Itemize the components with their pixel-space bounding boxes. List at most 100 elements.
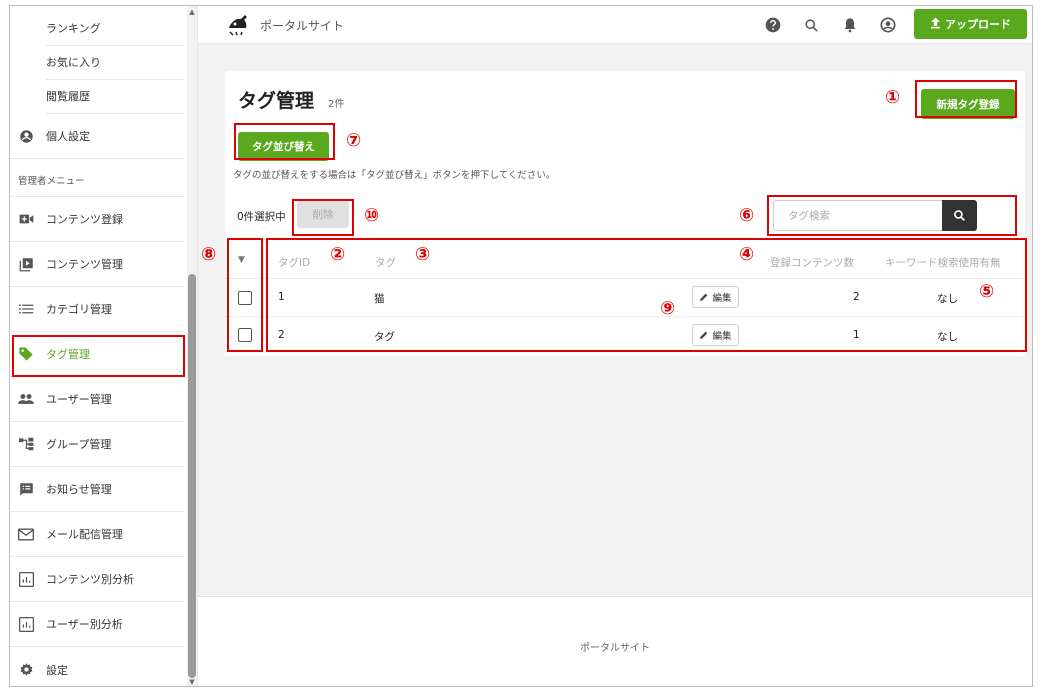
tag-id-cell: 1 (278, 291, 285, 303)
sidebar-item-tag-manage[interactable]: タグ管理 (10, 332, 184, 377)
table-row: 2 タグ 編集 1 なし (225, 316, 1025, 354)
top-header: ポータルサイト アップロード (198, 6, 1032, 44)
search-icon[interactable] (802, 16, 820, 34)
sidebar-item-category-manage[interactable]: カテゴリ管理 (10, 287, 184, 332)
annotation-number-7: ⑦ (346, 130, 362, 151)
main-content: タグ管理 2件 新規タグ登録 タグ並び替え タグの並び替えをする場合は「タグ並び… (198, 44, 1032, 596)
search-icon (954, 210, 965, 221)
column-header-tag[interactable]: タグ (375, 255, 396, 270)
annotation-number-9: ⑨ (660, 298, 676, 319)
chart-icon (18, 571, 34, 587)
annotation-number-10: ⑩ (364, 205, 380, 226)
tag-search-input[interactable] (774, 201, 940, 230)
sidebar-item-settings[interactable]: 設定 (10, 647, 184, 686)
keyword-usage-cell: なし (937, 293, 958, 305)
scroll-down-icon[interactable]: ▼ (188, 678, 196, 686)
tag-count: 2件 (328, 99, 345, 110)
sidebar-item-label: お知らせ管理 (46, 483, 112, 496)
site-logo-icon[interactable] (226, 14, 252, 36)
annotation-number-5: ⑤ (979, 281, 995, 302)
edit-button-label: 編集 (712, 331, 732, 342)
upload-button-label: アップロード (945, 18, 1011, 31)
tag-name-cell: 猫 (374, 293, 385, 305)
gear-icon (18, 662, 34, 678)
sidebar-item-label: メール配信管理 (46, 528, 123, 541)
edit-button[interactable]: 編集 (692, 286, 739, 308)
mail-icon (18, 526, 34, 542)
sidebar-item-history[interactable]: 閲覧履歴 (46, 80, 184, 114)
footer-site-name: ポータルサイト (580, 643, 650, 654)
sidebar-item-content-analysis[interactable]: コンテンツ別分析 (10, 557, 184, 602)
sidebar-item-label: コンテンツ管理 (46, 258, 123, 271)
sidebar-item-label: ユーザー管理 (46, 393, 112, 406)
search-button[interactable] (942, 200, 977, 231)
edit-button-label: 編集 (712, 293, 732, 304)
page-title: タグ管理 (238, 90, 315, 112)
sidebar-item-group-manage[interactable]: グループ管理 (10, 422, 184, 467)
sidebar-scroll-thumb[interactable] (188, 274, 196, 678)
new-tag-button[interactable]: 新規タグ登録 (921, 89, 1015, 119)
app-window: ランキング お気に入り 閲覧履歴 個人設定 管理者メニュー コンテンツ登録 コン… (9, 5, 1033, 687)
row-checkbox[interactable] (238, 328, 252, 342)
keyword-usage-cell: なし (937, 331, 958, 343)
video-library-icon (18, 256, 34, 272)
sidebar-item-personal-settings[interactable]: 個人設定 (10, 114, 184, 159)
table-row: 1 猫 編集 2 なし (225, 278, 1025, 316)
column-header-content-count[interactable]: 登録コンテンツ数 (770, 255, 854, 270)
sidebar-item-label: 設定 (46, 663, 68, 677)
sidebar-item-user-manage[interactable]: ユーザー管理 (10, 377, 184, 422)
page-footer: ポータルサイト (198, 596, 1032, 686)
sort-tags-button[interactable]: タグ並び替え (238, 132, 329, 161)
annotation-number-8: ⑧ (201, 244, 217, 265)
annotation-number-4: ④ (739, 244, 755, 265)
people-icon (18, 391, 34, 407)
announcement-icon (18, 481, 34, 497)
sidebar-item-notice-manage[interactable]: お知らせ管理 (10, 467, 184, 512)
admin-section-label: 管理者メニュー (18, 176, 85, 187)
row-checkbox[interactable] (238, 291, 252, 305)
sidebar-item-favorites[interactable]: お気に入り (46, 46, 184, 80)
annotation-number-1: ① (885, 87, 901, 108)
sidebar-item-content-register[interactable]: コンテンツ登録 (10, 197, 184, 242)
annotation-number-6: ⑥ (739, 205, 755, 226)
video-add-icon (18, 211, 34, 227)
sidebar-item-mail-manage[interactable]: メール配信管理 (10, 512, 184, 557)
annotation-number-3: ③ (415, 244, 431, 265)
column-header-keyword-usage[interactable]: キーワード検索使用有無 (885, 255, 1001, 270)
content-count-cell: 1 (853, 329, 860, 341)
bell-icon[interactable] (841, 16, 859, 34)
pencil-icon (700, 331, 708, 339)
sidebar-item-user-analysis[interactable]: ユーザー別分析 (10, 602, 184, 647)
account-circle-icon (18, 128, 34, 144)
sidebar-item-label: コンテンツ登録 (46, 213, 123, 226)
upload-icon (930, 17, 941, 32)
sidebar-item-ranking[interactable]: ランキング (46, 12, 184, 46)
selected-count-label: 0件選択中 (237, 211, 286, 223)
column-header-tag-id[interactable]: タグID (278, 255, 310, 270)
help-icon[interactable] (764, 16, 782, 34)
sidebar: ランキング お気に入り 閲覧履歴 個人設定 管理者メニュー コンテンツ登録 コン… (10, 6, 198, 686)
sidebar-item-label: コンテンツ別分析 (46, 573, 134, 586)
site-title[interactable]: ポータルサイト (260, 17, 344, 34)
tag-search-box (773, 200, 977, 231)
sidebar-item-content-manage[interactable]: コンテンツ管理 (10, 242, 184, 287)
chart-icon (18, 616, 34, 632)
upload-button[interactable]: アップロード (914, 9, 1027, 39)
tag-manage-card: タグ管理 2件 新規タグ登録 タグ並び替え タグの並び替えをする場合は「タグ並び… (225, 71, 1025, 356)
content-count-cell: 2 (853, 291, 860, 303)
tag-icon (18, 346, 34, 362)
edit-button[interactable]: 編集 (692, 324, 739, 346)
sidebar-item-label: カテゴリ管理 (46, 303, 112, 316)
sidebar-item-label: 個人設定 (46, 130, 90, 143)
annotation-number-2: ② (330, 244, 346, 265)
account-icon[interactable] (879, 16, 897, 34)
group-tree-icon (18, 436, 34, 452)
tag-name-cell: タグ (374, 331, 395, 343)
select-all-dropdown-icon[interactable]: ▼ (238, 255, 245, 265)
delete-button[interactable]: 削除 (297, 201, 349, 228)
sidebar-item-label: グループ管理 (46, 438, 112, 451)
scroll-up-icon[interactable]: ▲ (188, 8, 196, 16)
list-icon (18, 301, 34, 317)
sidebar-item-label: タグ管理 (46, 348, 90, 361)
pencil-icon (700, 293, 708, 301)
